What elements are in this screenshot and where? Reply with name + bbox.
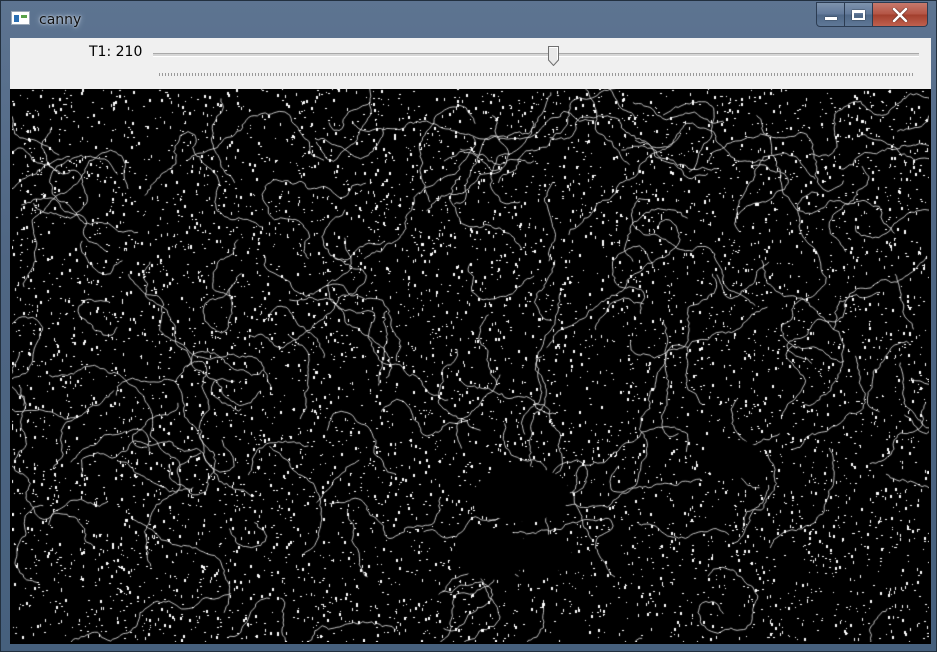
trackbar-track[interactable]	[153, 53, 919, 57]
minimize-button[interactable]	[816, 2, 845, 27]
caption-buttons	[816, 2, 928, 28]
maximize-button[interactable]	[845, 2, 873, 27]
maximize-icon	[852, 9, 865, 20]
trackbar-label: T1: 210	[89, 44, 143, 60]
window-app-icon[interactable]	[11, 11, 30, 25]
window-title: canny	[39, 12, 82, 28]
window-client-area: T1: 210	[10, 38, 931, 644]
edge-image	[12, 89, 929, 642]
trackbar-thumb[interactable]	[548, 46, 559, 66]
close-button[interactable]	[873, 2, 928, 27]
app-window: canny T1: 210	[0, 0, 937, 652]
trackbar-panel: T1: 210	[10, 38, 931, 89]
minimize-icon	[824, 17, 837, 20]
trackbar-ticks	[159, 73, 914, 76]
title-bar[interactable]: canny	[1, 1, 936, 35]
close-icon	[892, 7, 908, 22]
